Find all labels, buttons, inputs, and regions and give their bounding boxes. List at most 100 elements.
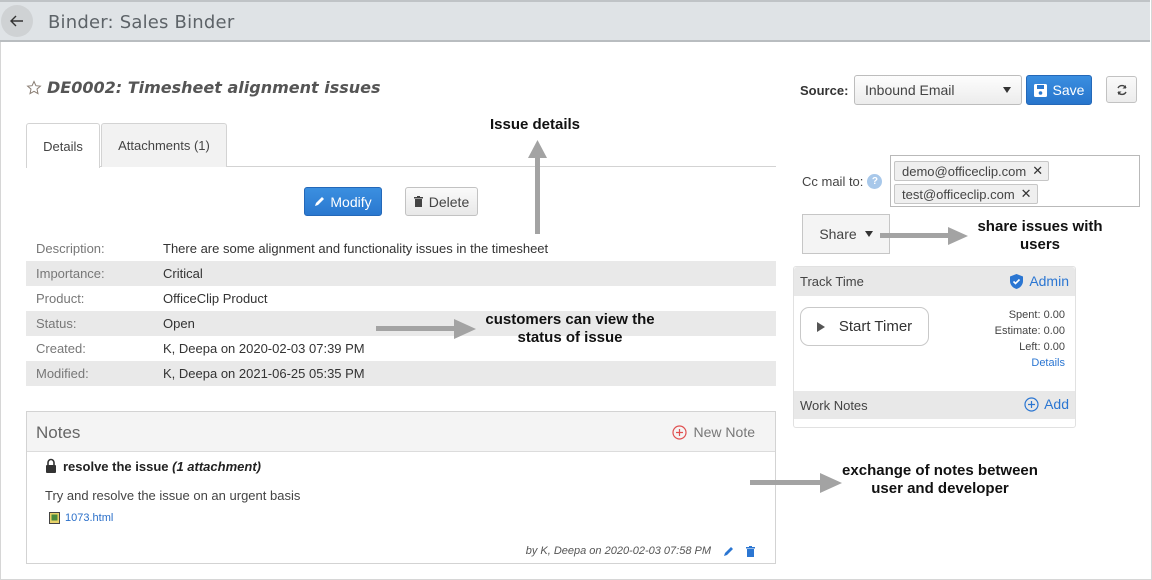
remove-email-icon[interactable]: ✕	[1032, 163, 1043, 179]
lock-icon	[46, 458, 56, 473]
save-button[interactable]: Save	[1026, 75, 1092, 105]
start-timer-label: Start Timer	[838, 318, 913, 335]
share-label: Share	[819, 226, 857, 242]
detail-label: Importance:	[36, 266, 105, 281]
source-selected-value: Inbound Email	[865, 82, 955, 98]
plus-circle-icon	[1024, 396, 1039, 412]
help-icon[interactable]: ?	[867, 174, 883, 189]
caret-down-icon	[864, 231, 873, 237]
annotation-share: share issues with users	[940, 218, 1140, 254]
play-icon	[816, 321, 825, 332]
pencil-icon	[315, 197, 325, 206]
annotation-notes-line1: exchange of notes between	[842, 462, 1038, 479]
refresh-icon	[1116, 84, 1127, 95]
detail-value: K, Deepa on 2021-06-25 05:35 PM	[163, 366, 365, 381]
annotation-share-line2: users	[1019, 236, 1061, 253]
notes-title: Notes	[36, 423, 81, 442]
annotation-arrow-up-icon	[528, 140, 547, 234]
add-label: Add	[1044, 396, 1069, 412]
time-stats: Spent: 0.00 Estimate: 0.00 Left: 0.00 De…	[995, 307, 1065, 371]
cc-email-chip: demo@officeclip.com ✕	[894, 161, 1050, 181]
delete-button[interactable]: Delete	[405, 187, 478, 216]
tab-details[interactable]: Details	[26, 123, 100, 168]
refresh-button[interactable]	[1106, 76, 1137, 103]
share-dropdown-button[interactable]: Share	[802, 214, 890, 254]
new-note-label: New Note	[693, 424, 755, 440]
cc-mail-label: Cc mail to: ?	[802, 174, 883, 189]
new-note-button[interactable]: New Note	[671, 424, 755, 440]
annotation-arrow-right-icon	[880, 227, 968, 245]
cc-email: test@officeclip.com	[902, 186, 1015, 202]
detail-label: Product:	[36, 291, 85, 306]
add-work-note-button[interactable]: Add	[1024, 396, 1069, 412]
notes-header: Notes New Note	[27, 412, 775, 452]
work-notes-label: Work Notes	[800, 398, 868, 413]
annotation-notes: exchange of notes between user and devel…	[825, 462, 1055, 498]
start-timer-button[interactable]: Start Timer	[800, 307, 929, 346]
delete-label: Delete	[428, 193, 470, 210]
detail-value: OfficeClip Product	[163, 291, 268, 306]
note-title: resolve the issue (1 attachment)	[63, 459, 261, 474]
cc-email-chip: test@officeclip.com ✕	[894, 184, 1038, 204]
cc-email: demo@officeclip.com	[902, 163, 1027, 179]
caret-down-icon	[1003, 87, 1011, 93]
cc-label-text: Cc mail to:	[802, 174, 864, 189]
detail-row-product: Product: OfficeClip Product	[26, 286, 776, 311]
annotation-notes-line2: user and developer	[871, 480, 1009, 497]
star-outline-icon[interactable]	[26, 79, 42, 96]
source-select[interactable]: Inbound Email	[854, 75, 1022, 105]
attachment-filename: 1073.html	[65, 512, 114, 524]
time-details-link[interactable]: Details	[995, 355, 1065, 371]
track-time-header: Track Time Admin	[794, 267, 1075, 296]
floppy-disk-icon	[1033, 83, 1047, 97]
detail-value: K, Deepa on 2020-02-03 07:39 PM	[163, 341, 365, 356]
track-time-title: Track Time	[800, 274, 864, 289]
detail-value: Critical	[163, 266, 203, 281]
pencil-icon	[724, 546, 733, 556]
admin-link[interactable]: Admin	[1010, 273, 1069, 289]
top-bar: Binder: Sales Binder	[0, 0, 1150, 42]
detail-label: Description:	[36, 241, 105, 256]
detail-label: Modified:	[36, 366, 89, 381]
cc-mail-input[interactable]: demo@officeclip.com ✕ test@officeclip.co…	[890, 155, 1140, 207]
detail-value: There are some alignment and functionali…	[163, 241, 549, 256]
notes-panel: Notes New Note resolve the issue (1 atta…	[26, 411, 776, 564]
detail-label: Created:	[36, 341, 86, 356]
edit-note-button[interactable]	[723, 546, 734, 557]
note-meta: by K, Deepa on 2020-02-03 07:58 PM	[526, 545, 755, 557]
annotation-issue-details: Issue details	[489, 116, 581, 133]
detail-label: Status:	[36, 316, 77, 331]
annotation-arrow-right-icon	[750, 473, 842, 493]
trash-icon	[413, 196, 423, 207]
annotation-status-line1: customers can view the	[485, 311, 655, 328]
tab-bar: Details Attachments (1)	[26, 123, 776, 168]
time-spent: Spent: 0.00	[1008, 309, 1065, 321]
note-body: Try and resolve the issue on an urgent b…	[45, 488, 301, 503]
note-title-text: resolve the issue	[63, 459, 169, 474]
annotation-status-line2: status of issue	[517, 329, 623, 346]
binder-title: Binder: Sales Binder	[48, 12, 235, 33]
issue-title-text: DE0002: Timesheet alignment issues	[47, 78, 381, 97]
detail-row-importance: Importance: Critical	[26, 261, 776, 286]
admin-label: Admin	[1029, 273, 1069, 289]
track-time-panel: Track Time Admin Start Timer Spent: 0.00…	[793, 266, 1076, 428]
detail-value: Open	[163, 316, 195, 331]
note-author-date: by K, Deepa on 2020-02-03 07:58 PM	[525, 545, 711, 557]
tab-attachments[interactable]: Attachments (1)	[101, 123, 227, 167]
plus-circle-icon	[671, 424, 687, 440]
time-left: Left: 0.00	[1019, 341, 1065, 353]
note-attachment-count: (1 attachment)	[172, 459, 261, 474]
issue-title: DE0002: Timesheet alignment issues	[26, 78, 381, 97]
delete-note-button[interactable]	[746, 545, 755, 557]
note-item-heading: resolve the issue (1 attachment)	[45, 458, 261, 474]
modify-button[interactable]: Modify	[304, 187, 382, 216]
arrow-left-icon	[10, 15, 23, 27]
annotation-status: customers can view the status of issue	[460, 311, 680, 347]
back-button[interactable]	[1, 5, 33, 37]
shield-check-icon	[1010, 273, 1024, 289]
work-notes-bar: Work Notes Add	[794, 391, 1075, 419]
remove-email-icon[interactable]: ✕	[1021, 186, 1032, 202]
note-attachment-link[interactable]: 1073.html	[49, 512, 113, 524]
time-estimate: Estimate: 0.00	[994, 325, 1065, 337]
modify-label: Modify	[330, 193, 372, 210]
